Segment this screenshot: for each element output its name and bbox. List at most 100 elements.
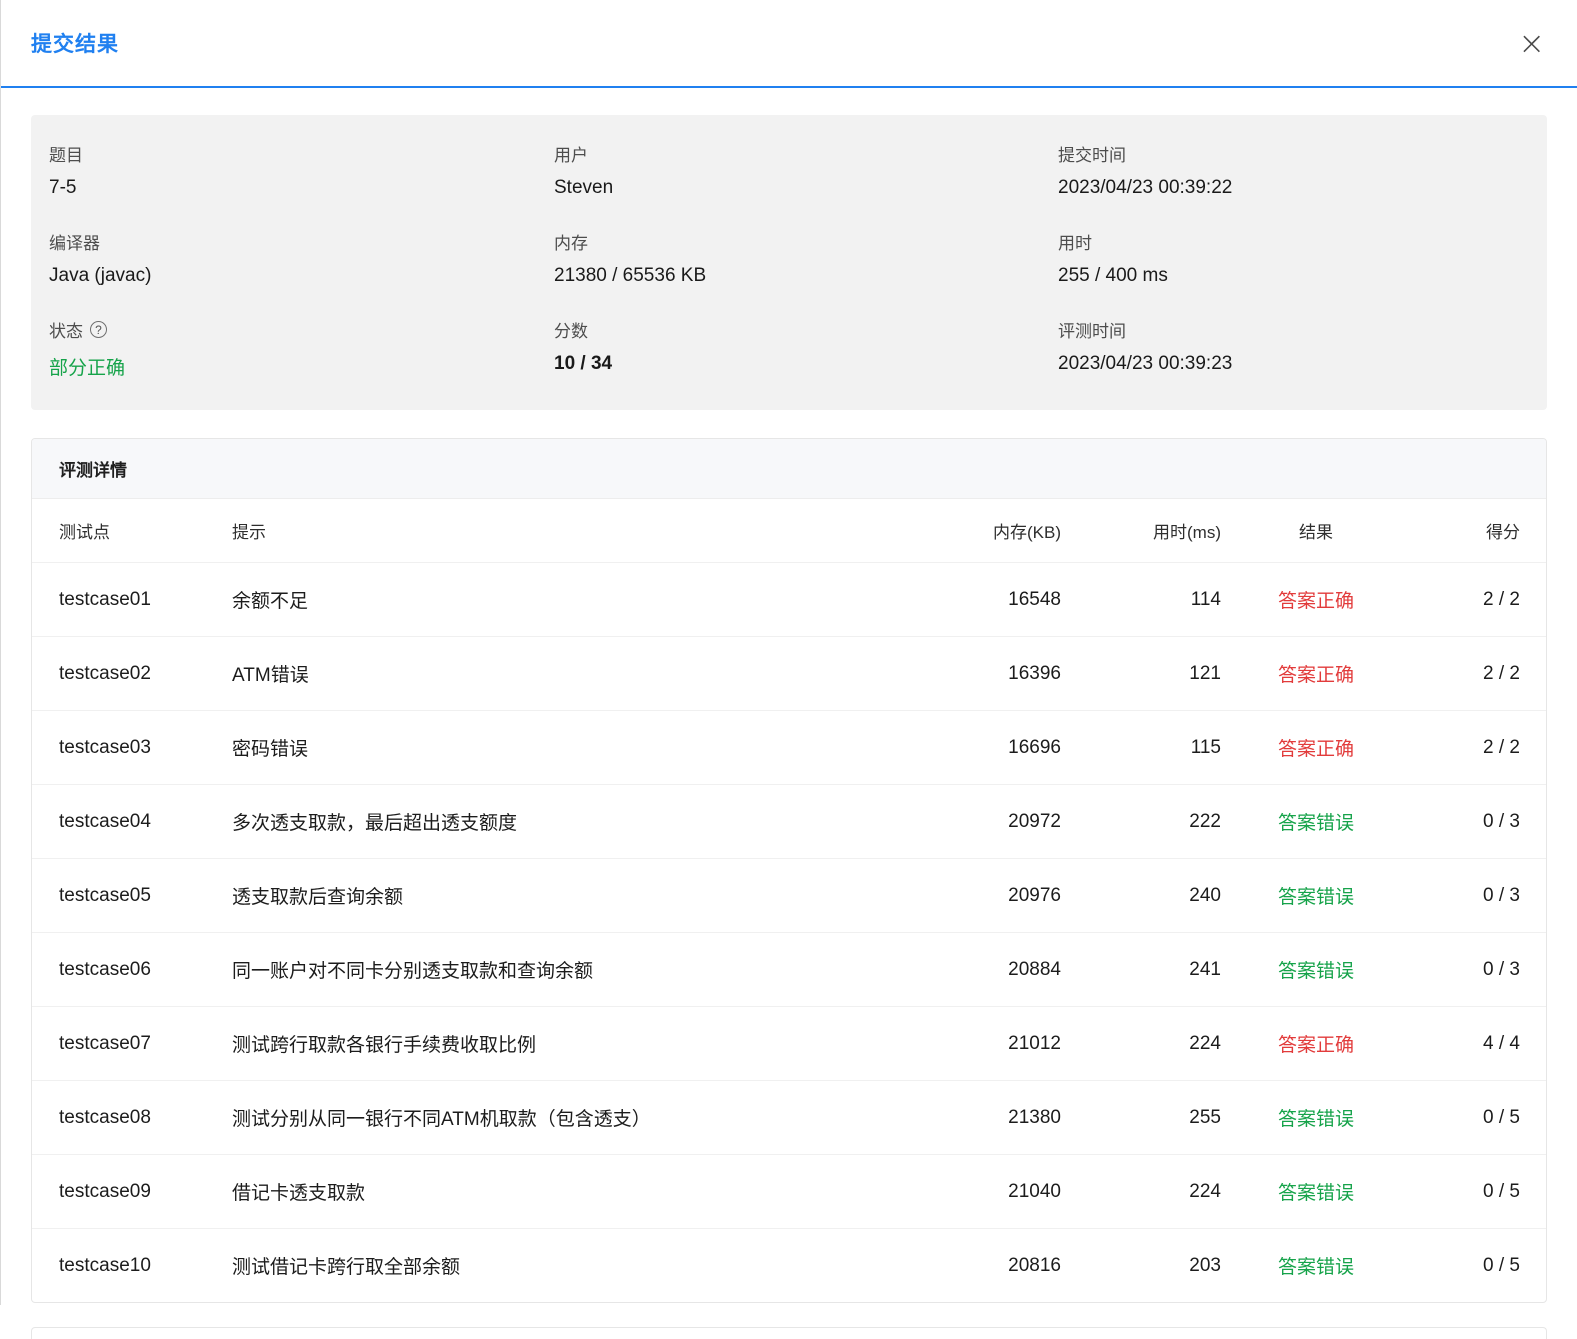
column-header-time: 用时(ms): [1153, 523, 1221, 542]
testcase-memory: 20972: [911, 784, 1061, 859]
testcase-id: testcase10: [32, 1228, 232, 1302]
table-row: testcase10 测试借记卡跨行取全部余额 20816 203 答案错误 0…: [32, 1228, 1546, 1302]
testcase-table: 测试点 提示 内存(KB) 用时(ms) 结果 得分 testcase01 余额…: [32, 499, 1546, 1302]
submission-result-modal: 提交结果 × 题目 7-5 用户 Steven 提交时间 2023/04/23 …: [0, 0, 1577, 1339]
field-label: 用时: [1058, 234, 1092, 253]
testcase-result: 答案错误: [1277, 1183, 1354, 1204]
testcase-result-cell: 答案错误: [1221, 1080, 1411, 1155]
summary-field-memory: 内存 21380 / 65536 KB: [554, 229, 1058, 287]
testcase-time: 114: [1061, 562, 1221, 637]
field-label: 编译器: [49, 234, 100, 253]
field-label: 题目: [49, 146, 83, 165]
compiler-value: Java (javac): [49, 265, 152, 286]
testcase-memory: 16396: [911, 636, 1061, 711]
testcase-id: testcase03: [32, 710, 232, 785]
judge-details-panel: 评测详情 测试点 提示 内存(KB) 用时(ms) 结果 得分 testcase…: [31, 438, 1547, 1303]
table-row: testcase04 多次透支取款，最后超出透支额度 20972 222 答案错…: [32, 784, 1546, 859]
help-icon[interactable]: ?: [90, 321, 107, 338]
testcase-hint: 测试分别从同一银行不同ATM机取款（包含透支）: [232, 1080, 911, 1155]
field-label: 用户: [554, 146, 588, 165]
testcase-time: 224: [1061, 1154, 1221, 1229]
column-header-result: 结果: [1299, 523, 1333, 542]
testcase-result-cell: 答案错误: [1221, 858, 1411, 933]
table-row: testcase06 同一账户对不同卡分别透支取款和查询余额 20884 241…: [32, 932, 1546, 1007]
testcase-score: 4 / 4: [1411, 1006, 1546, 1081]
close-icon: ×: [1518, 24, 1545, 62]
testcase-hint: 透支取款后查询余额: [232, 858, 911, 933]
next-panel-edge: [31, 1327, 1547, 1339]
judge-time-value: 2023/04/23 00:39:23: [1058, 353, 1233, 374]
field-label: 提交时间: [1058, 146, 1126, 165]
testcase-id: testcase05: [32, 858, 232, 933]
testcase-memory: 16548: [911, 562, 1061, 637]
testcase-result-cell: 答案正确: [1221, 562, 1411, 637]
testcase-score: 0 / 3: [1411, 784, 1546, 859]
field-label-text: 状态: [49, 322, 83, 341]
table-header-row: 测试点 提示 内存(KB) 用时(ms) 结果 得分: [32, 499, 1546, 563]
table-row: testcase08 测试分别从同一银行不同ATM机取款（包含透支） 21380…: [32, 1080, 1546, 1155]
summary-field-submit-time: 提交时间 2023/04/23 00:39:22: [1058, 141, 1529, 199]
testcase-time: 222: [1061, 784, 1221, 859]
table-row: testcase02 ATM错误 16396 121 答案正确 2 / 2: [32, 636, 1546, 711]
table-row: testcase05 透支取款后查询余额 20976 240 答案错误 0 / …: [32, 858, 1546, 933]
testcase-id: testcase01: [32, 562, 232, 637]
testcase-hint: 测试跨行取款各银行手续费收取比例: [232, 1006, 911, 1081]
table-row: testcase03 密码错误 16696 115 答案正确 2 / 2: [32, 710, 1546, 785]
testcase-id: testcase09: [32, 1154, 232, 1229]
table-row: testcase01 余额不足 16548 114 答案正确 2 / 2: [32, 562, 1546, 637]
testcase-memory: 20816: [911, 1228, 1061, 1302]
modal-header: 提交结果 ×: [1, 0, 1577, 88]
testcase-result-cell: 答案正确: [1221, 636, 1411, 711]
summary-field-score: 分数 10 / 34: [554, 317, 1058, 380]
testcase-time: 224: [1061, 1006, 1221, 1081]
testcase-result: 答案正确: [1277, 739, 1354, 760]
testcase-score: 2 / 2: [1411, 710, 1546, 785]
testcase-time: 203: [1061, 1228, 1221, 1302]
testcase-hint: 余额不足: [232, 562, 911, 637]
testcase-memory: 16696: [911, 710, 1061, 785]
score-value: 10 / 34: [554, 353, 613, 374]
testcase-hint: 借记卡透支取款: [232, 1154, 911, 1229]
testcase-id: testcase06: [32, 932, 232, 1007]
testcase-time: 240: [1061, 858, 1221, 933]
table-row: testcase09 借记卡透支取款 21040 224 答案错误 0 / 5: [32, 1154, 1546, 1229]
summary-panel: 题目 7-5 用户 Steven 提交时间 2023/04/23 00:39:2…: [31, 115, 1547, 410]
testcase-time: 255: [1061, 1080, 1221, 1155]
testcase-hint: 多次透支取款，最后超出透支额度: [232, 784, 911, 859]
column-header-testcase: 测试点: [59, 523, 110, 542]
testcase-score: 0 / 5: [1411, 1228, 1546, 1302]
testcase-time: 121: [1061, 636, 1221, 711]
testcase-result-cell: 答案错误: [1221, 784, 1411, 859]
testcase-time: 241: [1061, 932, 1221, 1007]
modal-title: 提交结果: [31, 33, 119, 56]
testcase-score: 0 / 5: [1411, 1154, 1546, 1229]
close-button[interactable]: ×: [1516, 27, 1547, 59]
field-label: 内存: [554, 234, 588, 253]
modal-content: 题目 7-5 用户 Steven 提交时间 2023/04/23 00:39:2…: [1, 115, 1577, 1339]
testcase-memory: 20976: [911, 858, 1061, 933]
time-used-value: 255 / 400 ms: [1058, 265, 1168, 286]
testcase-result: 答案正确: [1277, 591, 1354, 612]
testcase-result-cell: 答案正确: [1221, 1006, 1411, 1081]
panel-title: 评测详情: [32, 439, 1546, 499]
testcase-id: testcase04: [32, 784, 232, 859]
testcase-result: 答案错误: [1277, 961, 1354, 982]
testcase-result: 答案错误: [1277, 813, 1354, 834]
testcase-result-cell: 答案错误: [1221, 932, 1411, 1007]
summary-field-user: 用户 Steven: [554, 141, 1058, 199]
testcase-score: 2 / 2: [1411, 636, 1546, 711]
column-header-memory: 内存(KB): [993, 523, 1061, 542]
testcase-id: testcase02: [32, 636, 232, 711]
testcase-result: 答案正确: [1277, 1035, 1354, 1056]
testcase-score: 0 / 5: [1411, 1080, 1546, 1155]
testcase-memory: 21012: [911, 1006, 1061, 1081]
summary-field-status: 状态 ? 部分正确: [49, 317, 554, 380]
testcase-score: 0 / 3: [1411, 858, 1546, 933]
testcase-result: 答案错误: [1277, 887, 1354, 908]
table-row: testcase07 测试跨行取款各银行手续费收取比例 21012 224 答案…: [32, 1006, 1546, 1081]
field-label: 评测时间: [1058, 322, 1126, 341]
summary-field-judge-time: 评测时间 2023/04/23 00:39:23: [1058, 317, 1529, 380]
testcase-time: 115: [1061, 710, 1221, 785]
summary-field-problem: 题目 7-5: [49, 141, 554, 199]
testcase-id: testcase07: [32, 1006, 232, 1081]
